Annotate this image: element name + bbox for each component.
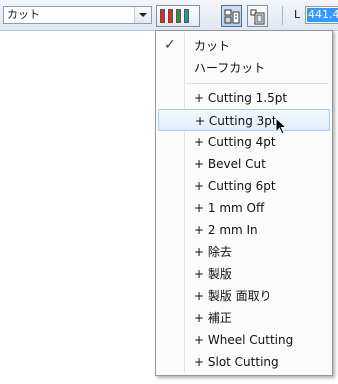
menu-item-half-cut[interactable]: ハーフカット [158, 57, 330, 79]
menu-item-label: + Cutting 3pt [195, 114, 277, 128]
menu-item-cutting-3pt[interactable]: + Cutting 3pt [158, 109, 330, 131]
menu-item-1mm-off[interactable]: + 1 mm Off [158, 197, 330, 219]
color-bar [184, 9, 189, 23]
menu-item-label: + 補正 [194, 311, 232, 325]
menu-item-label: + 除去 [194, 245, 232, 259]
menu-item-label: + Wheel Cutting [194, 333, 294, 347]
length-input[interactable]: 441.42 [305, 6, 338, 24]
menu-item-plate-chamfer[interactable]: + 製版 面取り [158, 285, 330, 307]
frame-button[interactable] [247, 5, 268, 27]
align-grid-button[interactable] [221, 5, 242, 27]
menu-item-label: + Slot Cutting [194, 355, 279, 369]
menu-item-cutting-6pt[interactable]: + Cutting 6pt [158, 175, 330, 197]
menu-item-bevel-cut[interactable]: + Bevel Cut [158, 153, 330, 175]
menu-item-plate[interactable]: + 製版 [158, 263, 330, 285]
length-label: L [294, 8, 301, 21]
menu-item-cutting-1-5pt[interactable]: + Cutting 1.5pt [158, 87, 330, 109]
menu-item-slot-cutting[interactable]: + Slot Cutting [158, 351, 330, 373]
align-grid-icon [224, 9, 240, 24]
menu-item-label: + Cutting 4pt [194, 135, 276, 149]
menu-item-label: + 1 mm Off [194, 201, 265, 215]
length-value: 441.42 [307, 8, 338, 22]
mouse-pointer-icon [275, 117, 287, 135]
menu-item-label: + Cutting 6pt [194, 179, 276, 193]
menu-item-label: カット [194, 39, 231, 53]
frame-icon [250, 9, 265, 25]
combo-dropdown-button[interactable] [134, 7, 151, 23]
menu-item-wheel-cutting[interactable]: + Wheel Cutting [158, 329, 330, 351]
color-bar [176, 9, 181, 23]
menu-item-label: + 2 mm In [194, 223, 258, 237]
menu-item-label: + Cutting 1.5pt [194, 91, 288, 105]
color-bar [168, 9, 173, 23]
menu-item-cutting-4pt[interactable]: + Cutting 4pt [158, 131, 330, 153]
menu-item-label: ハーフカット [194, 61, 266, 75]
combo-value: カット [7, 8, 40, 21]
menu-item-label: + Bevel Cut [194, 157, 266, 171]
menu-item-label: + 製版 [194, 267, 232, 281]
menu-separator [186, 83, 328, 84]
cut-type-combobox[interactable]: カット [3, 6, 152, 24]
menu-item-label: + 製版 面取り [194, 289, 272, 303]
color-bar [160, 9, 165, 23]
color-swatch-button[interactable] [156, 5, 200, 27]
menu-item-cut[interactable]: ✓ カット [158, 35, 330, 57]
checkmark-icon: ✓ [164, 37, 176, 53]
toolbar-separator [282, 6, 283, 25]
chevron-down-icon [139, 13, 147, 17]
cut-type-dropdown-menu: ✓ カット ハーフカット + Cutting 1.5pt + Cutting 3… [155, 30, 333, 376]
menu-item-remove[interactable]: + 除去 [158, 241, 330, 263]
menu-item-2mm-in[interactable]: + 2 mm In [158, 219, 330, 241]
toolbar: カット L 441.42 [0, 0, 338, 31]
menu-item-correction[interactable]: + 補正 [158, 307, 330, 329]
